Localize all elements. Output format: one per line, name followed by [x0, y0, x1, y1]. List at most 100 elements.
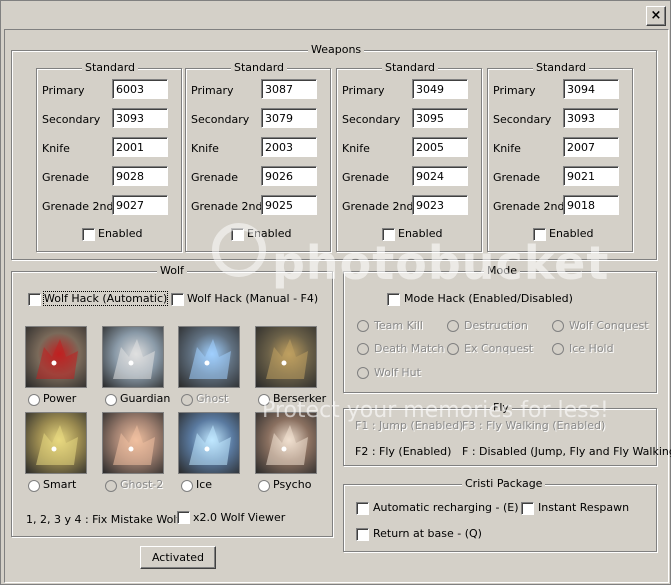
mode-option-label[interactable]: Team Kill: [374, 319, 423, 332]
weapon-group-title: Standard: [533, 61, 590, 75]
weapon-input-knife[interactable]: 2005: [412, 137, 468, 157]
mode-hack-label[interactable]: Mode Hack (Enabled/Disabled): [404, 292, 573, 305]
watermark-tagline: Protect your memories for less!: [262, 398, 609, 423]
mode-option-label[interactable]: Destruction: [464, 319, 528, 332]
title-bar: [3, 3, 668, 27]
wolf-portrait-berserker: [255, 326, 317, 388]
mode-radio-ice-hold[interactable]: [552, 343, 564, 355]
cristi-group: Cristi Package: [343, 477, 657, 552]
mode-option-label[interactable]: Death Match: [374, 342, 444, 355]
wolf-radio-psycho[interactable]: [258, 480, 270, 492]
wolf-portrait-smart: [25, 412, 87, 474]
mode-radio-team-kill[interactable]: [357, 320, 369, 332]
wolf-radio-power[interactable]: [28, 394, 40, 406]
weapon-input-secondary[interactable]: 3079: [261, 108, 317, 128]
wolf-hack-auto-label[interactable]: Wolf Hack (Automatic): [42, 291, 169, 306]
close-icon: ×: [650, 8, 662, 23]
weapon-label-knife: Knife: [493, 142, 521, 155]
weapon-enabled-label[interactable]: Enabled: [98, 227, 142, 240]
wolf-viewer-checkbox[interactable]: [177, 511, 190, 524]
mode-option-label[interactable]: Ex Conquest: [464, 342, 533, 355]
weapon-input-primary[interactable]: 3087: [261, 79, 317, 99]
wolf-hack-manual-label[interactable]: Wolf Hack (Manual - F4): [187, 292, 318, 305]
weapon-input-knife[interactable]: 2003: [261, 137, 317, 157]
wolf-radio-label[interactable]: Ghost-2: [120, 478, 163, 491]
weapon-input-grenade-2nd[interactable]: 9023: [412, 195, 468, 215]
weapon-label-knife: Knife: [191, 142, 219, 155]
activated-button[interactable]: Activated: [140, 546, 216, 569]
weapon-input-grenade[interactable]: 9024: [412, 166, 468, 186]
wolf-radio-ghost-2[interactable]: [105, 480, 117, 492]
weapon-input-grenade-2nd[interactable]: 9027: [112, 195, 168, 215]
mode-radio-death-match[interactable]: [357, 343, 369, 355]
weapon-input-primary[interactable]: 3049: [412, 79, 468, 99]
weapon-input-grenade-2nd[interactable]: 9025: [261, 195, 317, 215]
wolf-radio-smart[interactable]: [28, 480, 40, 492]
weapon-label-grenade-2nd: Grenade 2nd: [342, 200, 414, 213]
auto-recharge-checkbox[interactable]: [356, 502, 369, 515]
wolf-head-icon: [113, 425, 155, 465]
wolf-head-icon: [189, 339, 231, 379]
weapon-label-primary: Primary: [493, 84, 536, 97]
return-base-label[interactable]: Return at base - (Q): [373, 527, 482, 540]
fix-mistake-text: 1, 2, 3 y 4 : Fix Mistake Wolf: [26, 513, 181, 526]
wolf-radio-label[interactable]: Smart: [43, 478, 76, 491]
weapon-enabled-checkbox[interactable]: [82, 228, 95, 241]
wolf-radio-label[interactable]: Power: [43, 392, 76, 405]
weapon-input-secondary[interactable]: 3093: [112, 108, 168, 128]
weapon-input-grenade-2nd[interactable]: 9018: [563, 195, 619, 215]
wolf-radio-label[interactable]: Ghost: [196, 392, 228, 405]
mode-hack-checkbox[interactable]: [387, 293, 400, 306]
weapon-input-secondary[interactable]: 3095: [412, 108, 468, 128]
weapon-input-secondary[interactable]: 3093: [563, 108, 619, 128]
mode-radio-destruction[interactable]: [447, 320, 459, 332]
wolf-radio-label[interactable]: Guardian: [120, 392, 170, 405]
mode-radio-wolf-hut[interactable]: [357, 367, 369, 379]
weapon-label-grenade-2nd: Grenade 2nd: [191, 200, 263, 213]
fly-f2-text: F2 : Fly (Enabled): [355, 445, 452, 458]
wolf-radio-label[interactable]: Psycho: [273, 478, 311, 491]
wolf-portrait-power: [25, 326, 87, 388]
instant-respawn-label[interactable]: Instant Respawn: [538, 501, 629, 514]
wolf-radio-guardian[interactable]: [105, 394, 117, 406]
weapon-label-secondary: Secondary: [42, 113, 101, 126]
wolf-radio-ghost[interactable]: [181, 394, 193, 406]
weapon-input-grenade[interactable]: 9021: [563, 166, 619, 186]
fly-f-text: F : Disabled (Jump, Fly and Fly Walking): [462, 445, 671, 458]
weapon-group-title: Standard: [82, 61, 139, 75]
wolf-hack-manual-checkbox[interactable]: [171, 293, 184, 306]
mode-option-label[interactable]: Wolf Hut: [374, 366, 421, 379]
weapon-label-grenade-2nd: Grenade 2nd: [493, 200, 565, 213]
weapon-label-primary: Primary: [42, 84, 85, 97]
wolf-radio-ice[interactable]: [181, 480, 193, 492]
wolf-viewer-label[interactable]: x2.0 Wolf Viewer: [193, 511, 285, 524]
watermark-logo-icon: [212, 223, 266, 277]
mode-option-label[interactable]: Ice Hold: [569, 342, 614, 355]
mode-radio-ex-conquest[interactable]: [447, 343, 459, 355]
weapon-label-grenade: Grenade: [342, 171, 390, 184]
mode-option-label[interactable]: Wolf Conquest: [569, 319, 649, 332]
weapon-input-primary[interactable]: 6003: [112, 79, 168, 99]
cristi-title: Cristi Package: [462, 477, 546, 491]
wolf-head-icon: [36, 425, 78, 465]
wolf-portrait-ice: [178, 412, 240, 474]
weapon-label-primary: Primary: [342, 84, 385, 97]
wolf-radio-label[interactable]: Ice: [196, 478, 212, 491]
instant-respawn-checkbox[interactable]: [521, 502, 534, 515]
weapon-input-primary[interactable]: 3094: [563, 79, 619, 99]
mode-radio-wolf-conquest[interactable]: [552, 320, 564, 332]
wolf-hack-auto-checkbox[interactable]: [28, 293, 41, 306]
close-button[interactable]: ×: [646, 6, 666, 26]
wolf-title: Wolf: [157, 264, 187, 278]
weapon-input-knife[interactable]: 2001: [112, 137, 168, 157]
weapon-input-knife[interactable]: 2007: [563, 137, 619, 157]
weapon-label-primary: Primary: [191, 84, 234, 97]
return-base-checkbox[interactable]: [356, 528, 369, 541]
auto-recharge-label[interactable]: Automatic recharging - (E): [373, 501, 519, 514]
activated-button-label: Activated: [151, 551, 205, 564]
weapon-input-grenade[interactable]: 9026: [261, 166, 317, 186]
weapon-group-title: Standard: [382, 61, 439, 75]
wolf-head-icon: [189, 425, 231, 465]
weapon-input-grenade[interactable]: 9028: [112, 166, 168, 186]
wolf-portrait-ghost: [178, 326, 240, 388]
